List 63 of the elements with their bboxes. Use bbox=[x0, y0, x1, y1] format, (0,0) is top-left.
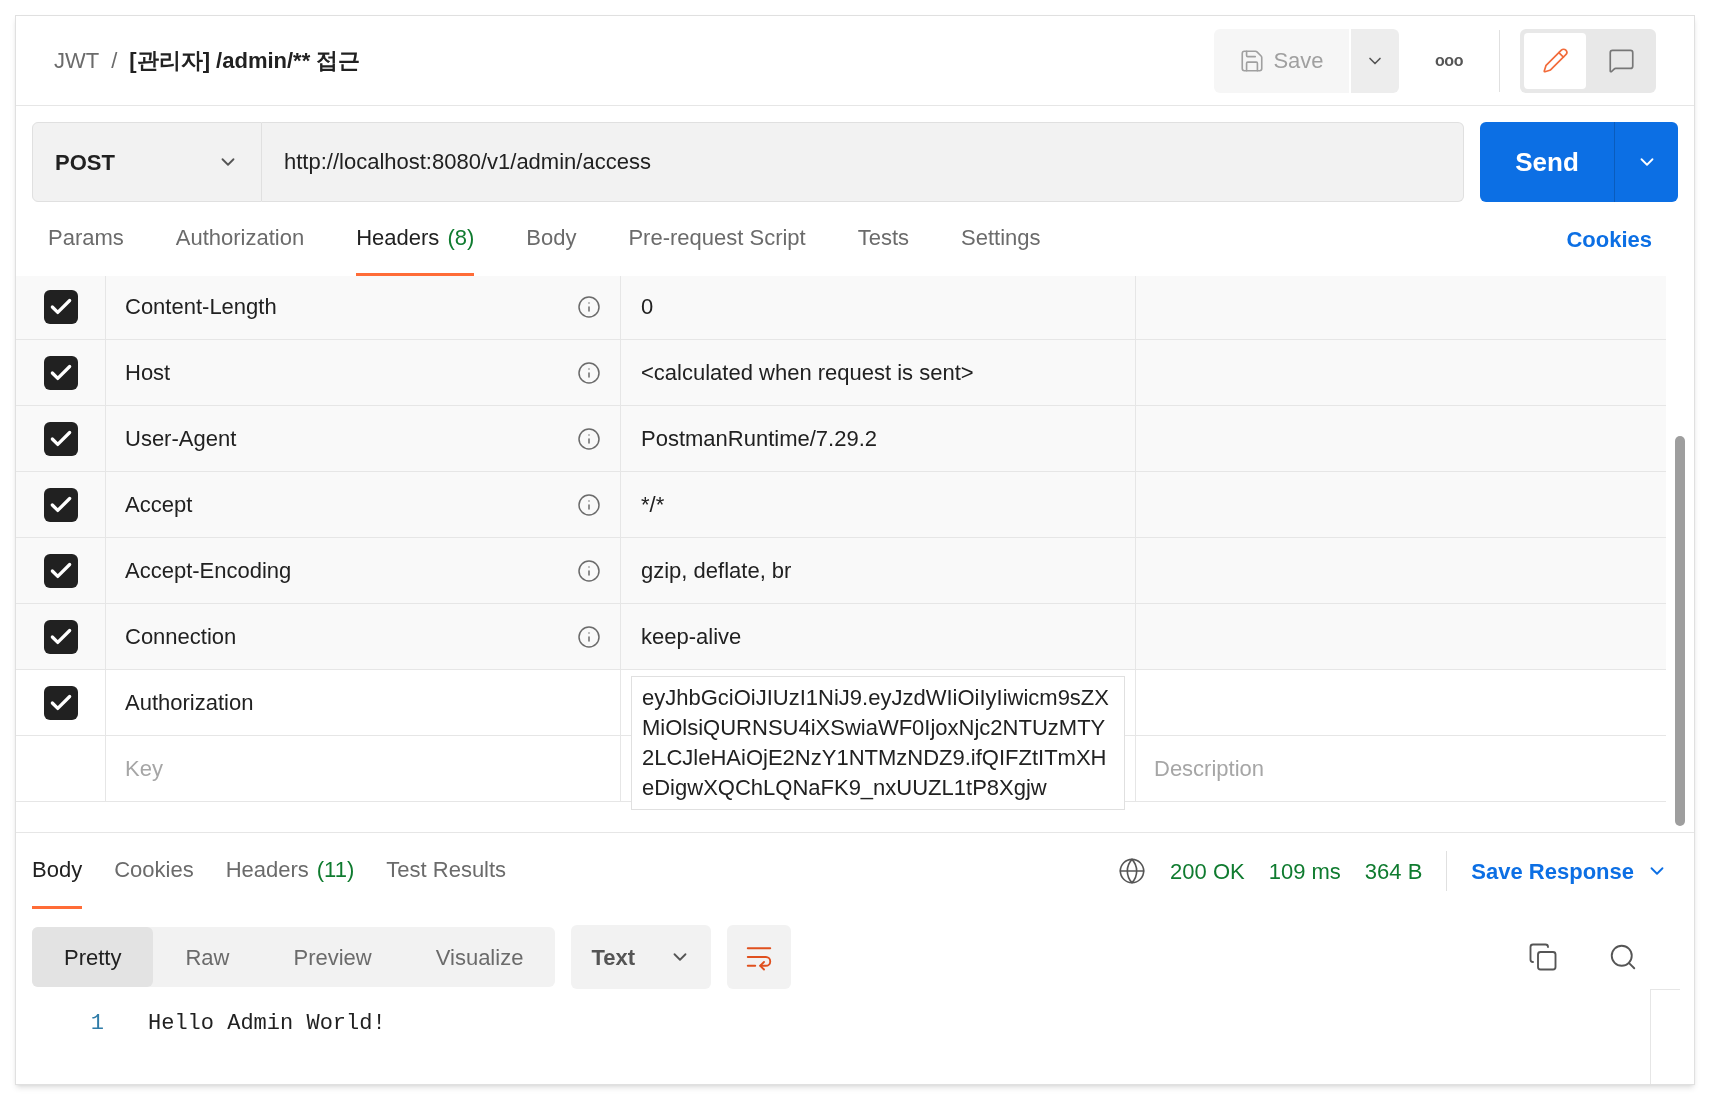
enable-checkbox[interactable] bbox=[43, 421, 78, 456]
request-tab[interactable]: Pre-request Script bbox=[628, 202, 806, 276]
enable-checkbox[interactable] bbox=[43, 355, 78, 390]
enable-checkbox[interactable] bbox=[43, 553, 78, 588]
view-mode-tab[interactable]: Raw bbox=[153, 927, 262, 987]
breadcrumb-separator: / bbox=[111, 47, 118, 75]
header-value: 0 bbox=[641, 293, 654, 321]
code-line: Hello Admin World! bbox=[148, 1010, 386, 1038]
scrollbar-thumb[interactable] bbox=[1675, 436, 1685, 826]
info-icon[interactable] bbox=[577, 558, 601, 583]
request-tab[interactable]: Tests bbox=[857, 202, 910, 276]
header-value: <calculated when request is sent> bbox=[641, 359, 974, 387]
comment-icon bbox=[1607, 47, 1635, 74]
method-select[interactable]: POST bbox=[32, 122, 262, 202]
header-value: gzip, deflate, br bbox=[641, 557, 792, 585]
url-field[interactable]: http://localhost:8080/v1/admin/access bbox=[262, 122, 1464, 202]
response-size[interactable]: 364 B bbox=[1364, 854, 1423, 888]
format-select[interactable]: Text bbox=[571, 925, 712, 989]
globe-icon[interactable] bbox=[1118, 857, 1147, 885]
status-code[interactable]: 200 OK bbox=[1170, 854, 1245, 888]
save-response-button[interactable]: Save Response bbox=[1471, 854, 1668, 888]
wrap-lines-button[interactable] bbox=[727, 925, 792, 989]
copy-icon[interactable] bbox=[1528, 942, 1558, 972]
line-number: 1 bbox=[89, 1010, 104, 1038]
header-key: User-Agent bbox=[125, 422, 237, 455]
enable-checkbox[interactable] bbox=[43, 685, 78, 720]
view-mode-tab[interactable]: Visualize bbox=[403, 927, 556, 987]
response-tab[interactable]: Test Results bbox=[386, 833, 507, 909]
enable-checkbox[interactable] bbox=[43, 619, 78, 654]
header-key: Authorization bbox=[125, 686, 254, 719]
enable-checkbox[interactable] bbox=[43, 289, 78, 324]
info-icon[interactable] bbox=[577, 624, 601, 649]
request-tab[interactable]: Settings bbox=[961, 202, 1041, 276]
view-mode-tab[interactable]: Pretty bbox=[32, 927, 154, 987]
header-key: Content-Length bbox=[125, 290, 277, 323]
view-mode-tab[interactable]: Preview bbox=[261, 927, 404, 987]
header-key: Accept bbox=[125, 488, 193, 521]
header-key: Connection bbox=[125, 620, 237, 653]
edit-mode-button[interactable] bbox=[1524, 32, 1586, 89]
response-tab[interactable]: Cookies bbox=[114, 833, 194, 909]
info-icon[interactable] bbox=[577, 492, 601, 517]
header-value: PostmanRuntime/7.29.2 bbox=[641, 425, 878, 453]
header-key: Host bbox=[125, 356, 171, 389]
info-icon[interactable] bbox=[577, 426, 601, 451]
request-tab[interactable]: Authorization bbox=[175, 202, 305, 276]
more-button[interactable]: ooo bbox=[1419, 38, 1479, 83]
enable-checkbox[interactable] bbox=[43, 487, 78, 522]
breadcrumb-collection[interactable]: JWT bbox=[54, 44, 100, 77]
response-time[interactable]: 109 ms bbox=[1268, 854, 1341, 888]
response-tab[interactable]: Headers (11) bbox=[225, 833, 355, 909]
header-value: keep-alive bbox=[641, 623, 742, 651]
header-value-editor[interactable]: eyJhbGciOiJIUzI1NiJ9.eyJzdWIiOiIyIiwicm9sZXMiOlsiQURNSU4iXSwiaWF0IjoxNjc2NTUzMTY2LCJleHAiOjE2NzY1NTMzNDZ9.ifQIFZtITmXHeDigwXQChLQNaFK9_nxUUZL1tP8Xgjw bbox=[631, 676, 1125, 810]
header-value: */* bbox=[641, 491, 665, 519]
info-icon[interactable] bbox=[577, 360, 601, 385]
request-title: [관리자] /admin/** 접근 bbox=[129, 47, 361, 75]
cookies-link[interactable]: Cookies bbox=[1566, 202, 1652, 276]
request-tab[interactable]: Body bbox=[526, 202, 577, 276]
request-tab[interactable]: Params bbox=[48, 202, 124, 276]
response-tab[interactable]: Body bbox=[32, 833, 83, 909]
header-key: Accept-Encoding bbox=[125, 554, 292, 587]
search-icon[interactable] bbox=[1608, 942, 1638, 972]
pencil-icon bbox=[1541, 47, 1569, 74]
info-icon[interactable] bbox=[577, 294, 601, 319]
